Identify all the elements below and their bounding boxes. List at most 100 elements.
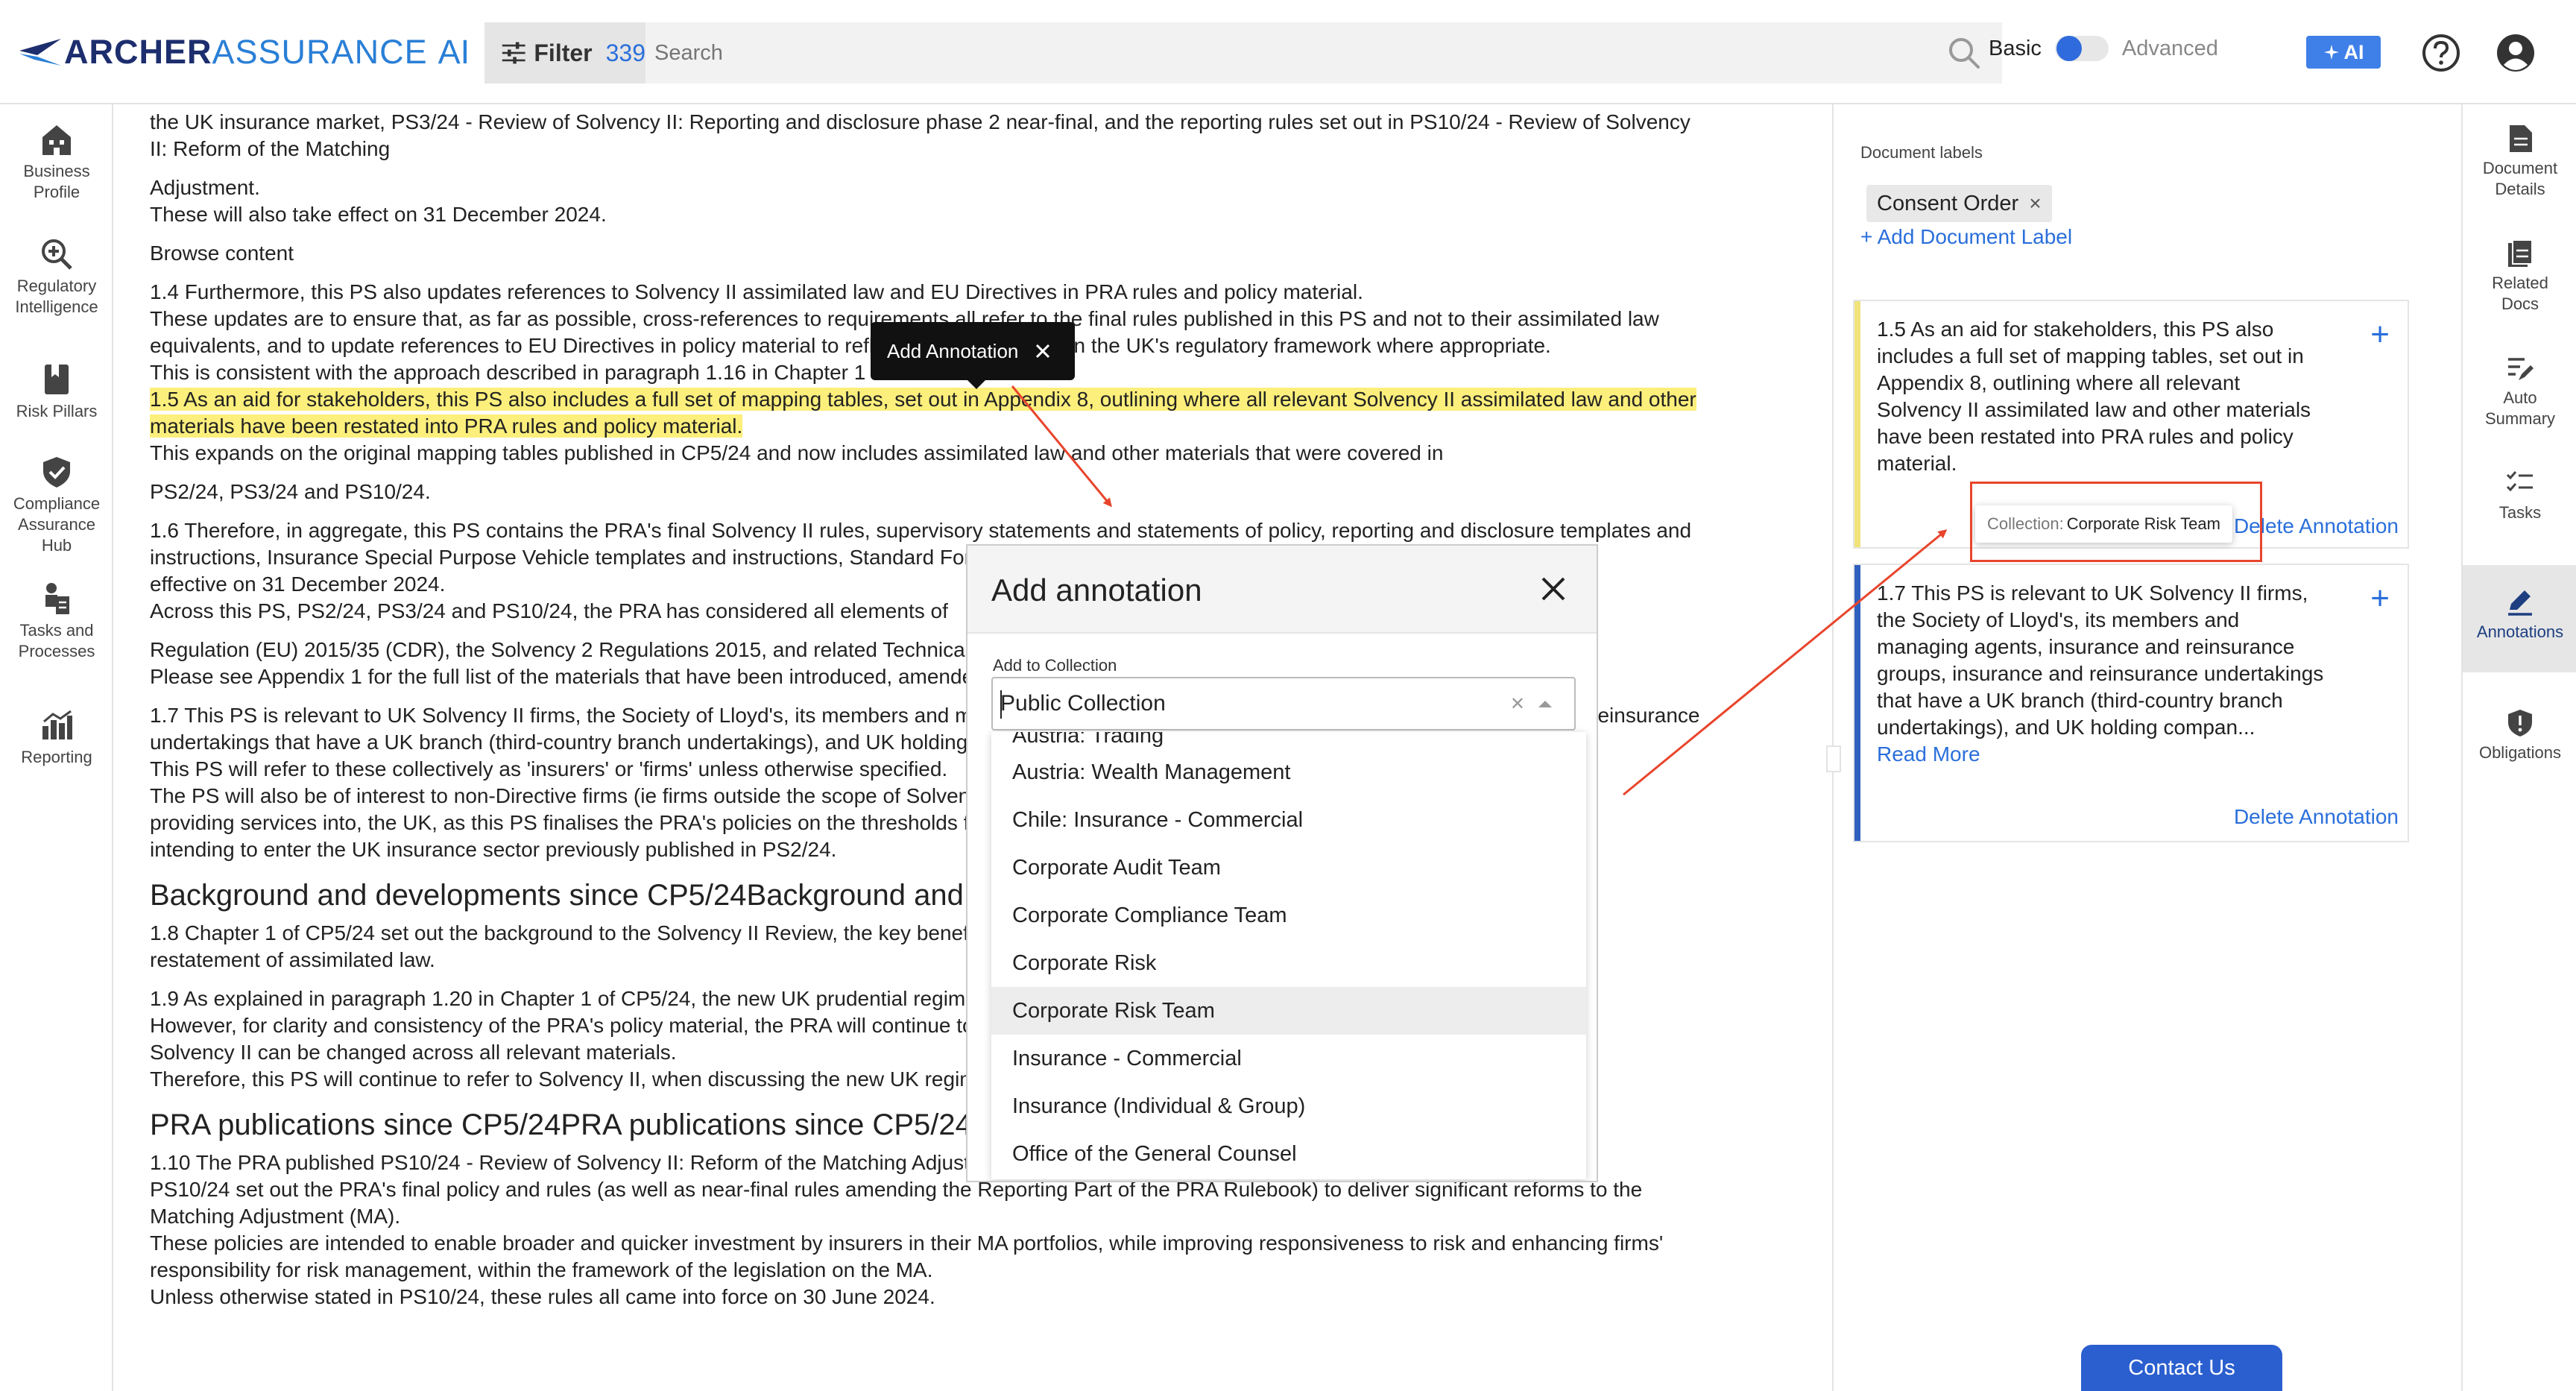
add-comment-icon[interactable]: + — [2370, 580, 2390, 617]
search-input[interactable] — [654, 40, 1945, 66]
card-color-bar — [1854, 565, 1860, 841]
add-comment-icon[interactable]: + — [2370, 316, 2390, 353]
doc-line: Unless otherwise stated in PS10/24, thes… — [150, 1285, 935, 1308]
person-clipboard-icon — [45, 583, 69, 614]
annotation-text: 1.5 As an aid for stakeholders, this PS … — [1877, 316, 2354, 477]
search-icon[interactable] — [1945, 34, 1983, 72]
filter-count: 339 — [605, 39, 645, 66]
nav-tasks-and-processes[interactable]: Tasks and Processes — [0, 581, 113, 662]
edit-lines-icon — [2508, 358, 2534, 380]
nav-regulatory-intelligence[interactable]: Regulatory Intelligence — [0, 237, 113, 318]
nav-label: Processes — [18, 642, 95, 660]
annotation-line: 1.7 This PS is relevant to UK Solvency I… — [1877, 581, 2308, 605]
label-chip: Consent Order × — [1866, 185, 2052, 222]
right-nav: Document Details Related Docs Auto Summa… — [2461, 104, 2576, 1391]
doc-line: These will also take effect on 31 Decemb… — [150, 203, 607, 226]
bookmark-icon — [45, 365, 69, 394]
rnav-related-docs[interactable]: Related Docs — [2463, 236, 2576, 335]
nav-business-profile[interactable]: Business Profile — [0, 122, 113, 203]
nav-label: Intelligence — [15, 297, 98, 316]
filter-button[interactable]: Filter 339 — [484, 22, 645, 83]
dropdown-option[interactable]: Corporate Compliance Team — [991, 892, 1586, 939]
logo-secondary: ASSURANCE — [212, 33, 428, 71]
close-icon[interactable] — [1535, 571, 1571, 607]
collection-dropdown: Austria: Trading Austria: Wealth Managem… — [991, 732, 1586, 1179]
dropdown-option-highlighted[interactable]: Corporate Risk Team — [991, 987, 1586, 1035]
clear-icon[interactable]: ✕ — [1510, 693, 1525, 715]
logo-primary: ARCHER — [64, 33, 212, 71]
ai-button-label: AI — [2343, 40, 2364, 63]
highlighted-passage[interactable]: materials have been restated into PRA ru… — [150, 414, 743, 438]
nav-reporting[interactable]: Reporting — [0, 708, 113, 768]
rnav-label: Summary — [2484, 409, 2556, 428]
nav-compliance-assurance-hub[interactable]: Compliance Assurance Hub — [0, 455, 113, 556]
rnav-document-details[interactable]: Document Details — [2463, 121, 2576, 221]
annotation-line: have been restated into PRA rules and po… — [1877, 425, 2294, 448]
top-bar: ARCHER ASSURANCE AI Filter 339 Basic Adv… — [0, 0, 2576, 104]
annotation-line: undertakings), and UK holding compan... — [1877, 716, 2255, 739]
remove-label-icon[interactable]: × — [2029, 192, 2041, 215]
bar-chart-icon — [42, 710, 72, 739]
doc-line: Matching Adjustment (MA). — [150, 1205, 401, 1228]
doc-line: the UK insurance market, PS3/24 - Review… — [150, 110, 1690, 133]
dropdown-option[interactable]: Austria: Wealth Management — [991, 748, 1586, 796]
annotation-line: material. — [1877, 452, 1957, 475]
collection-select-value: Public Collection — [1000, 691, 1166, 716]
nav-risk-pillars[interactable]: Risk Pillars — [0, 362, 113, 422]
app-logo[interactable]: ARCHER ASSURANCE AI — [19, 28, 470, 76]
annotation-line: groups, insurance and reinsurance undert… — [1877, 662, 2324, 685]
collection-select[interactable]: Public Collection ✕ — [991, 677, 1576, 731]
mode-advanced-label: Advanced — [2121, 36, 2218, 60]
ai-button[interactable]: AI — [2306, 36, 2381, 69]
search-mode-switch: Basic Advanced — [1989, 36, 2218, 61]
card-color-bar — [1854, 301, 1860, 547]
dropdown-option[interactable]: Insurance - Commercial — [991, 1035, 1586, 1082]
mode-toggle[interactable] — [2054, 36, 2109, 61]
rnav-label: Document — [2482, 159, 2558, 177]
doc-line: II: Reform of the Matching — [150, 137, 391, 160]
document-labels-title: Document labels — [1860, 143, 1983, 162]
dropdown-option[interactable]: Corporate Risk — [991, 939, 1586, 987]
toggle-knob — [2056, 36, 2082, 61]
nav-label: Risk Pillars — [16, 402, 98, 420]
rnav-annotations[interactable]: Annotations — [2463, 565, 2576, 672]
help-icon[interactable] — [2421, 33, 2461, 73]
annotation-line: includes a full set of mapping tables, s… — [1877, 344, 2304, 368]
checklist-icon — [2506, 471, 2533, 492]
annotation-line: managing agents, insurance and reinsuran… — [1877, 635, 2295, 658]
add-annotation-tooltip[interactable]: Add Annotation — [871, 322, 1075, 389]
add-document-label-link[interactable]: + Add Document Label — [1860, 225, 2072, 249]
rnav-obligations[interactable]: Obligations — [2463, 705, 2576, 792]
nav-label: Hub — [41, 536, 72, 555]
annotation-line: that have a UK branch (third-country bra… — [1877, 689, 2283, 712]
dropdown-option[interactable]: Chile: Insurance - Commercial — [991, 796, 1586, 844]
close-icon[interactable] — [1035, 343, 1051, 359]
nav-label: Regulatory — [16, 277, 97, 295]
highlighted-passage[interactable]: 1.5 As an aid for stakeholders, this PS … — [150, 388, 1696, 411]
contact-us-button[interactable]: Contact Us — [2081, 1345, 2282, 1391]
rnav-tasks[interactable]: Tasks — [2463, 465, 2576, 552]
dropdown-option[interactable]: Corporate Audit Team — [991, 844, 1586, 892]
doc-line: 1.4 Furthermore, this PS also updates re… — [150, 280, 1363, 303]
panel-collapse-handle[interactable] — [1826, 745, 1841, 772]
left-nav: Business Profile Regulatory Intelligence… — [0, 104, 113, 1391]
annotation-line: the Society of Lloyd's, its members and — [1877, 608, 2240, 631]
read-more-link[interactable]: Read More — [1877, 742, 1980, 766]
pencil-icon — [2508, 590, 2532, 616]
user-account-icon[interactable] — [2496, 33, 2536, 73]
logo-ai: AI — [438, 33, 470, 71]
chevron-up-icon[interactable] — [1538, 701, 1552, 707]
dropdown-option[interactable]: Austria: Trading — [991, 732, 1586, 748]
rnav-auto-summary[interactable]: Auto Summary — [2463, 350, 2576, 450]
delete-annotation-link[interactable]: Delete Annotation — [2234, 805, 2399, 829]
dropdown-option[interactable]: Insurance (Individual & Group) — [991, 1082, 1586, 1130]
nav-label: Compliance — [13, 494, 101, 513]
dropdown-option[interactable]: Office of the General Counsel — [991, 1130, 1586, 1178]
dialog-title: Add annotation — [991, 573, 1202, 608]
document-icon — [2510, 125, 2532, 152]
annotation-card[interactable]: 1.7 This PS is relevant to UK Solvency I… — [1853, 564, 2409, 842]
filter-label: Filter — [534, 39, 593, 66]
nav-label: Tasks and — [19, 621, 94, 640]
rnav-label: Auto — [2503, 388, 2537, 407]
collection-field-label: Add to Collection — [993, 656, 1117, 675]
